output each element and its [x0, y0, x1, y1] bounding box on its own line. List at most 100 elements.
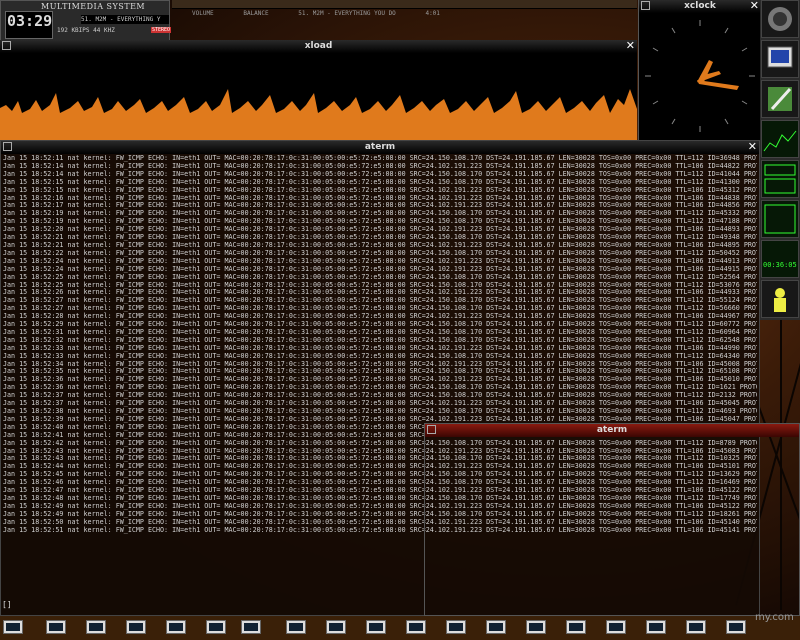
dock-clock-time: 00:36:05	[763, 261, 797, 269]
dock-app-editor[interactable]	[761, 80, 799, 118]
taskbar-item[interactable]	[605, 618, 627, 638]
monitor-icon	[286, 620, 306, 634]
taskbar-item[interactable]	[125, 618, 147, 638]
taskbar-item[interactable]	[645, 618, 667, 638]
taskbar-item[interactable]	[365, 618, 387, 638]
dock-app-net-monitor[interactable]	[761, 160, 799, 198]
monitor-icon	[206, 620, 226, 634]
xload-menu-button[interactable]	[2, 41, 11, 50]
monitor-screen	[209, 623, 223, 631]
monitor-screen	[49, 623, 63, 631]
monitor-screen	[89, 623, 103, 631]
xclock-window: xclock ✕	[638, 0, 761, 140]
clock-face	[645, 20, 755, 132]
monitor-icon	[3, 620, 23, 634]
monitor-screen	[329, 623, 343, 631]
taskbar-item[interactable]	[240, 618, 262, 638]
taskbar-item[interactable]	[525, 618, 547, 638]
taskbar-item[interactable]	[2, 618, 24, 638]
dock-app-gnome[interactable]	[761, 0, 799, 38]
monitor-screen	[529, 623, 543, 631]
monitor-screen	[169, 623, 183, 631]
taskbar-item[interactable]	[725, 618, 747, 638]
volume-label[interactable]: VOLUME	[192, 10, 214, 17]
memory-graph-icon	[764, 204, 796, 234]
aterm2-menu-button[interactable]	[427, 425, 436, 434]
taskbar-item[interactable]	[85, 618, 107, 638]
monitor-icon	[526, 620, 546, 634]
monitor-icon	[446, 620, 466, 634]
monitor-icon	[686, 620, 706, 634]
xmms-samplerate: 44 KHZ	[93, 27, 115, 34]
taskbar-item[interactable]	[165, 618, 187, 638]
monitor-icon	[86, 620, 106, 634]
monitor-screen	[489, 623, 503, 631]
xload-close-button[interactable]: ✕	[626, 40, 635, 52]
monitor-screen	[569, 623, 583, 631]
xclock-title: xclock	[684, 1, 716, 11]
monitor-icon	[126, 620, 146, 634]
aterm-title: aterm	[364, 142, 396, 152]
aterm2-titlebar[interactable]: aterm	[425, 424, 799, 437]
monitor-icon	[366, 620, 386, 634]
gnome-foot-icon	[768, 7, 792, 31]
xmms-title: MULTIMEDIA SYSTEM	[41, 2, 146, 11]
aterm-titlebar[interactable]: aterm ✕	[1, 141, 759, 154]
xmms-mini-bar: VOLUME BALANCE 51. M2M - EVERYTHING YOU …	[172, 0, 637, 17]
monitor-screen	[289, 623, 303, 631]
monitor-icon	[406, 620, 426, 634]
xclock-menu-button[interactable]	[641, 1, 650, 10]
xload-titlebar[interactable]: xload ✕	[0, 40, 637, 53]
monitor-icon	[606, 620, 626, 634]
aterm-menu-button[interactable]	[3, 142, 12, 151]
monitor-screen	[244, 623, 258, 631]
balance-label[interactable]: BALANCE	[243, 10, 268, 17]
second-hand	[697, 80, 739, 90]
dock-app-user[interactable]	[761, 280, 799, 318]
mini-song-time: 4:01	[425, 10, 440, 17]
monitor-screen	[649, 623, 663, 631]
terminal-prompt[interactable]: []	[2, 600, 12, 609]
dock-app-clock[interactable]: 00:36:05	[761, 240, 799, 278]
monitor-icon	[46, 620, 66, 634]
taskbar-item[interactable]	[325, 618, 347, 638]
xclock-titlebar[interactable]: xclock ✕	[639, 0, 761, 13]
monitor-icon	[726, 620, 746, 634]
aterm-window-2: aterm	[424, 423, 800, 616]
network-graph-icon	[764, 164, 796, 194]
monitor-icon	[166, 620, 186, 634]
dock-app-mem-monitor[interactable]	[761, 200, 799, 238]
monitor-screen	[129, 623, 143, 631]
xload-title: xload	[304, 41, 333, 51]
user-icon	[774, 288, 786, 312]
monitor-icon	[767, 46, 793, 68]
mini-song-title: 51. M2M - EVERYTHING YOU DO	[298, 10, 396, 17]
monitor-screen	[609, 623, 623, 631]
aterm2-title: aterm	[596, 425, 628, 435]
aterm-close-button[interactable]: ✕	[748, 141, 757, 153]
monitor-screen	[689, 623, 703, 631]
taskbar-item[interactable]	[685, 618, 707, 638]
monitor-screen	[6, 623, 20, 631]
xmms-song-title: 51. M2M - EVERYTHING Y	[81, 15, 169, 24]
monitor-screen	[449, 623, 463, 631]
dock-app-terminal[interactable]	[761, 40, 799, 78]
taskbar-item[interactable]	[405, 618, 427, 638]
taskbar	[0, 616, 800, 640]
taskbar-item[interactable]	[485, 618, 507, 638]
monitor-icon	[326, 620, 346, 634]
xload-window: xload ✕	[0, 40, 637, 140]
dock-app-cpu-monitor[interactable]	[761, 120, 799, 158]
taskbar-item[interactable]	[445, 618, 467, 638]
taskbar-item[interactable]	[45, 618, 67, 638]
cpu-graph-icon	[763, 130, 797, 152]
desktop-text: my.com	[755, 612, 794, 623]
taskbar-item[interactable]	[285, 618, 307, 638]
taskbar-item[interactable]	[565, 618, 587, 638]
monitor-icon	[566, 620, 586, 634]
monitor-icon	[646, 620, 666, 634]
taskbar-item[interactable]	[205, 618, 227, 638]
xmms-bitrate-label: 192 KBIPS	[57, 27, 90, 34]
monitor-screen	[409, 623, 423, 631]
xclock-close-button[interactable]: ✕	[750, 0, 759, 12]
